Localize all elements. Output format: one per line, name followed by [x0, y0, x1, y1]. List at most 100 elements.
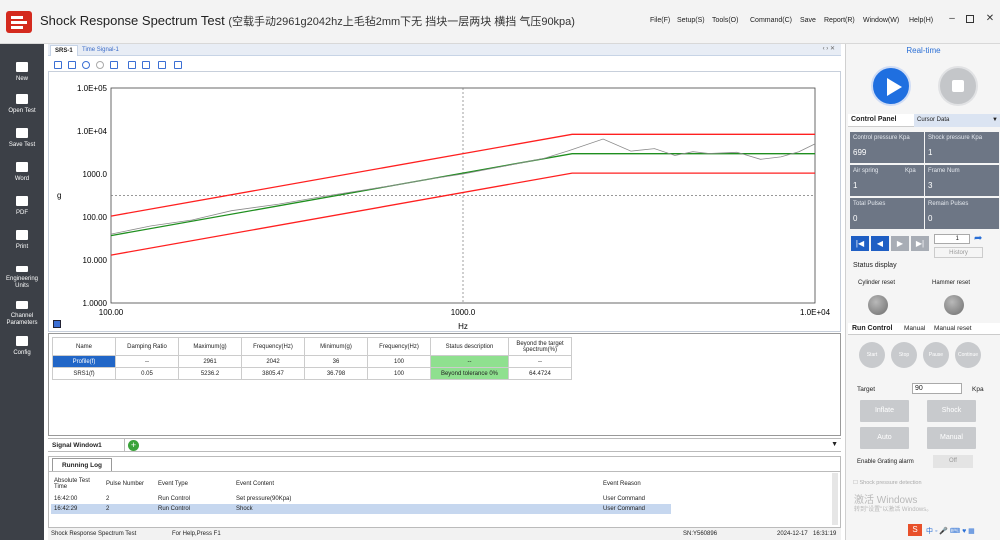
table-row[interactable]: Profile(f) -- 2961 2042 36 100 -- --: [52, 355, 572, 368]
minimize-icon[interactable]: –: [947, 14, 957, 24]
play-icon: [887, 78, 902, 96]
stop-circle-button[interactable]: Stop: [891, 342, 917, 368]
menu-help[interactable]: Help(H): [909, 17, 933, 24]
menu-setup[interactable]: Setup(S): [677, 17, 705, 24]
first-frame-button[interactable]: |◀: [851, 236, 869, 251]
status-date: 2024-12-17: [777, 531, 808, 537]
cell: 3805.47: [241, 367, 305, 380]
next-frame-button[interactable]: ▶: [891, 236, 909, 251]
col-header: Minimum(g): [304, 337, 368, 356]
log-row[interactable]: 16:42:00 2 Run Control Set pressure(90Kp…: [51, 494, 671, 504]
cell: 5236.2: [178, 367, 242, 380]
pdf-button[interactable]: PDF: [0, 196, 44, 217]
start-run-button[interactable]: [871, 66, 911, 106]
print-button[interactable]: Print: [0, 230, 44, 251]
tab-manual-reset[interactable]: Manual reset: [934, 325, 972, 332]
manual-button[interactable]: Manual: [927, 427, 976, 449]
col-header: Frequency(Hz): [367, 337, 431, 356]
tray-icons[interactable]: 中 ◦ 🎤 ⌨ ♥ ▦: [926, 526, 975, 536]
cell: 64.4724: [508, 367, 572, 380]
pan-icon[interactable]: [110, 61, 118, 69]
dropdown-arrow-icon[interactable]: ▼: [992, 117, 998, 123]
pause-circle-button[interactable]: Pause: [923, 342, 949, 368]
stop-run-button[interactable]: [938, 66, 978, 106]
add-window-icon[interactable]: +: [128, 440, 139, 451]
save-icon: [16, 128, 28, 138]
select-icon[interactable]: [142, 61, 150, 69]
status-display-label: Status display: [853, 262, 897, 269]
target-unit: Kpa: [972, 386, 984, 393]
hammer-reset-label: Hammer reset: [932, 280, 971, 286]
cell-name[interactable]: SRS1(f): [52, 367, 116, 380]
shock-button[interactable]: Shock: [927, 400, 976, 422]
hammer-reset-indicator: [944, 295, 964, 315]
log-table: Absolute Test Time Pulse Number Event Ty…: [51, 474, 671, 514]
zoom-out-icon[interactable]: [96, 61, 104, 69]
menu-command[interactable]: Command(C): [750, 17, 792, 24]
engineering-units-button[interactable]: Engineering Units: [0, 266, 44, 290]
tab-run-control[interactable]: Run Control: [852, 325, 892, 332]
go-arrow-icon[interactable]: ➦: [974, 233, 982, 244]
menu-window[interactable]: Window(W): [863, 17, 899, 24]
menu-file[interactable]: File(F): [650, 17, 670, 24]
menu-tools[interactable]: Tools(O): [712, 17, 738, 24]
srs-chart-panel: 1.0E+05 1.0E+04 1000.0 100.00 10.000 1.0000 10…: [48, 71, 841, 332]
target-input[interactable]: 90: [912, 383, 962, 394]
status-serial: SN:Y560896: [683, 531, 718, 537]
cursor-tool-icon[interactable]: [54, 61, 62, 69]
dropdown-arrow-icon[interactable]: ▼: [831, 441, 838, 448]
srs-chart[interactable]: 1.0E+051.0E+041000.0100.0010.0001.000010…: [49, 72, 840, 331]
channel-parameters-button[interactable]: Channel Parameters: [0, 301, 44, 327]
tab-running-log[interactable]: Running Log: [52, 458, 112, 471]
last-frame-button[interactable]: ▶|: [911, 236, 929, 251]
close-icon[interactable]: ✕: [985, 14, 995, 24]
tab-control-panel[interactable]: Control Panel: [851, 116, 897, 123]
new-icon: [16, 62, 28, 72]
tab-srs[interactable]: SRS-1: [50, 45, 78, 56]
tab-manual[interactable]: Manual: [904, 325, 925, 332]
status-cell: Beyond tolerance 0%: [430, 367, 509, 380]
folder-open-icon: [16, 94, 28, 104]
pressure-detection-checkbox[interactable]: ☐ Shock pressure detection: [853, 480, 922, 486]
menu-save[interactable]: Save: [800, 17, 816, 24]
open-test-button[interactable]: Open Test: [0, 94, 44, 115]
continue-circle-button[interactable]: Continue: [955, 342, 981, 368]
auto-button[interactable]: Auto: [860, 427, 909, 449]
cell: 2042: [241, 355, 305, 368]
realtime-panel: Real-time Control Panel Cursor Data ▼ Co…: [845, 44, 1000, 540]
inflate-button[interactable]: Inflate: [860, 400, 909, 422]
display-icon[interactable]: [174, 61, 182, 69]
tab-time-signal[interactable]: Time Signal-1: [78, 45, 123, 56]
config-button[interactable]: Config: [0, 336, 44, 357]
cell: Run Control: [155, 504, 233, 514]
log-scrollbar[interactable]: [832, 473, 838, 525]
status-time: 16:31:19: [813, 531, 837, 537]
tab-scroll-arrows-icon[interactable]: ‹ › ✕: [823, 45, 835, 52]
menu-report[interactable]: Report(R): [824, 17, 855, 24]
ime-icon[interactable]: S: [908, 524, 922, 536]
save-test-button[interactable]: Save Test: [0, 128, 44, 149]
cell-name[interactable]: Profile(f): [52, 355, 116, 368]
word-button[interactable]: Word: [0, 162, 44, 183]
maximize-icon[interactable]: [966, 15, 974, 23]
table-row[interactable]: SRS1(f) 0.05 5236.2 3805.47 36.798 100 B…: [52, 367, 572, 380]
fit-icon[interactable]: [128, 61, 136, 69]
frame-spinner[interactable]: 1: [934, 234, 970, 244]
start-circle-button[interactable]: Start: [859, 342, 885, 368]
chart-legend-toggle-icon[interactable]: [53, 320, 61, 328]
col-header: Absolute Test Time: [54, 478, 90, 490]
status-app-name: Shock Response Spectrum Test: [51, 531, 137, 537]
grating-alarm-toggle[interactable]: Off: [933, 455, 973, 468]
zoom-in-icon[interactable]: [82, 61, 90, 69]
divider: [49, 471, 840, 472]
history-button[interactable]: History: [934, 247, 983, 258]
grid-tool-icon[interactable]: [68, 61, 76, 69]
log-row-selected[interactable]: 16:42:29 2 Run Control Shock User Comman…: [51, 504, 671, 514]
log-header-row: Absolute Test Time Pulse Number Event Ty…: [51, 474, 671, 494]
prev-frame-button[interactable]: ◀: [871, 236, 889, 251]
new-button[interactable]: New: [0, 62, 44, 83]
cell: User Command: [600, 504, 671, 514]
grating-alarm-label: Enable Grating alarm: [857, 459, 914, 465]
scale-icon[interactable]: [158, 61, 166, 69]
cursor-data-select[interactable]: Cursor Data: [914, 114, 1000, 127]
